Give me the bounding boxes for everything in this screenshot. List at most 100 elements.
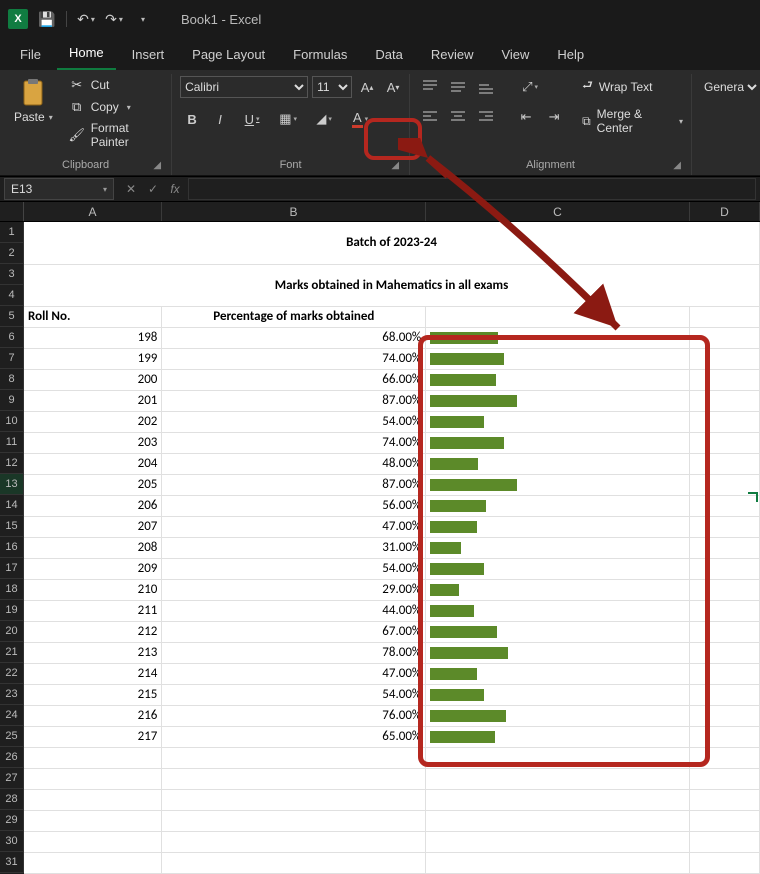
cell[interactable] xyxy=(690,327,760,348)
underline-button[interactable]: U▾ xyxy=(236,108,268,130)
wrap-text-button[interactable]: ⮐Wrap Text xyxy=(582,76,683,97)
cell[interactable] xyxy=(690,789,760,810)
row-header[interactable]: 3 xyxy=(0,264,24,285)
align-top-button[interactable] xyxy=(418,76,442,98)
cell[interactable]: 65.00% xyxy=(162,726,426,747)
cell[interactable]: 66.00% xyxy=(162,369,426,390)
row-header[interactable]: 4 xyxy=(0,285,24,306)
qat-customize-button[interactable]: ▾ xyxy=(131,8,153,30)
cell[interactable] xyxy=(426,810,690,831)
align-center-button[interactable] xyxy=(446,106,470,128)
copy-button[interactable]: ⧉Copy▾ xyxy=(65,98,163,116)
cell[interactable]: 216 xyxy=(24,705,162,726)
italic-button[interactable]: I xyxy=(208,108,232,130)
undo-button[interactable]: ↶▾ xyxy=(75,8,97,30)
cell[interactable] xyxy=(690,453,760,474)
cell[interactable]: 205 xyxy=(24,474,162,495)
cell[interactable] xyxy=(162,831,426,852)
cell[interactable] xyxy=(690,810,760,831)
insert-function-button[interactable]: fx xyxy=(166,182,184,196)
cell[interactable]: 76.00% xyxy=(162,705,426,726)
cell[interactable] xyxy=(690,831,760,852)
cell[interactable] xyxy=(24,789,162,810)
cells-area[interactable]: Batch of 2023-24Marks obtained in Mahema… xyxy=(24,222,760,874)
cell[interactable] xyxy=(426,831,690,852)
row-header[interactable]: 31 xyxy=(0,852,24,873)
cell[interactable] xyxy=(426,642,690,663)
cell[interactable] xyxy=(690,579,760,600)
cell[interactable] xyxy=(690,537,760,558)
cell[interactable] xyxy=(426,516,690,537)
cell[interactable] xyxy=(690,621,760,642)
row-header[interactable]: 2 xyxy=(0,243,24,264)
cell[interactable] xyxy=(426,474,690,495)
cell[interactable]: 202 xyxy=(24,411,162,432)
row-header[interactable]: 7 xyxy=(0,348,24,369)
cell[interactable] xyxy=(426,579,690,600)
cell[interactable]: 210 xyxy=(24,579,162,600)
bold-button[interactable]: B xyxy=(180,108,204,130)
cell[interactable] xyxy=(426,327,690,348)
col-header-b[interactable]: B xyxy=(162,202,426,221)
cell[interactable] xyxy=(426,789,690,810)
cell[interactable]: 209 xyxy=(24,558,162,579)
cell[interactable]: 201 xyxy=(24,390,162,411)
cell[interactable]: Roll No. xyxy=(24,306,162,327)
cell[interactable] xyxy=(690,390,760,411)
cell[interactable] xyxy=(426,411,690,432)
cell[interactable] xyxy=(690,747,760,768)
align-left-button[interactable] xyxy=(418,106,442,128)
row-header[interactable]: 16 xyxy=(0,537,24,558)
cell[interactable] xyxy=(24,768,162,789)
cell[interactable]: 68.00% xyxy=(162,327,426,348)
title-cell[interactable]: Batch of 2023-24 xyxy=(24,222,760,264)
cell[interactable] xyxy=(162,747,426,768)
cell[interactable]: 47.00% xyxy=(162,663,426,684)
format-painter-button[interactable]: 🖌Format Painter xyxy=(65,120,163,150)
cell[interactable] xyxy=(162,789,426,810)
tab-help[interactable]: Help xyxy=(545,41,596,70)
cell[interactable] xyxy=(426,726,690,747)
row-header[interactable]: 1 xyxy=(0,222,24,243)
row-header[interactable]: 12 xyxy=(0,453,24,474)
cell[interactable] xyxy=(690,558,760,579)
cell[interactable]: 87.00% xyxy=(162,390,426,411)
tab-data[interactable]: Data xyxy=(363,41,414,70)
row-header[interactable]: 21 xyxy=(0,642,24,663)
row-header[interactable]: 19 xyxy=(0,600,24,621)
col-header-a[interactable]: A xyxy=(24,202,162,221)
col-header-c[interactable]: C xyxy=(426,202,690,221)
cell[interactable] xyxy=(24,810,162,831)
tab-home[interactable]: Home xyxy=(57,39,116,70)
cell[interactable]: 212 xyxy=(24,621,162,642)
cell[interactable] xyxy=(162,768,426,789)
align-bottom-button[interactable] xyxy=(474,76,498,98)
cell[interactable] xyxy=(690,663,760,684)
row-header[interactable]: 11 xyxy=(0,432,24,453)
cell[interactable]: Percentage of marks obtained xyxy=(162,306,426,327)
align-middle-button[interactable] xyxy=(446,76,470,98)
cell[interactable]: 56.00% xyxy=(162,495,426,516)
cell[interactable] xyxy=(690,348,760,369)
row-header[interactable]: 14 xyxy=(0,495,24,516)
row-header[interactable]: 18 xyxy=(0,579,24,600)
cell[interactable] xyxy=(690,768,760,789)
row-header[interactable]: 27 xyxy=(0,768,24,789)
row-header[interactable]: 17 xyxy=(0,558,24,579)
font-size-select[interactable]: 11 xyxy=(312,76,352,98)
cell[interactable] xyxy=(426,600,690,621)
font-color-button[interactable]: A▾ xyxy=(344,108,376,130)
cut-button[interactable]: ✂Cut xyxy=(65,76,163,94)
redo-button[interactable]: ↷▾ xyxy=(103,8,125,30)
cell[interactable]: 47.00% xyxy=(162,516,426,537)
tab-review[interactable]: Review xyxy=(419,41,486,70)
tab-page-layout[interactable]: Page Layout xyxy=(180,41,277,70)
orientation-button[interactable]: ⤢▾ xyxy=(514,76,546,98)
cell[interactable] xyxy=(690,642,760,663)
merge-center-button[interactable]: ⧉Merge & Center▾ xyxy=(582,107,683,135)
row-header[interactable]: 6 xyxy=(0,327,24,348)
cell[interactable] xyxy=(426,390,690,411)
cell[interactable]: 200 xyxy=(24,369,162,390)
cell[interactable]: 48.00% xyxy=(162,453,426,474)
cell[interactable] xyxy=(690,705,760,726)
